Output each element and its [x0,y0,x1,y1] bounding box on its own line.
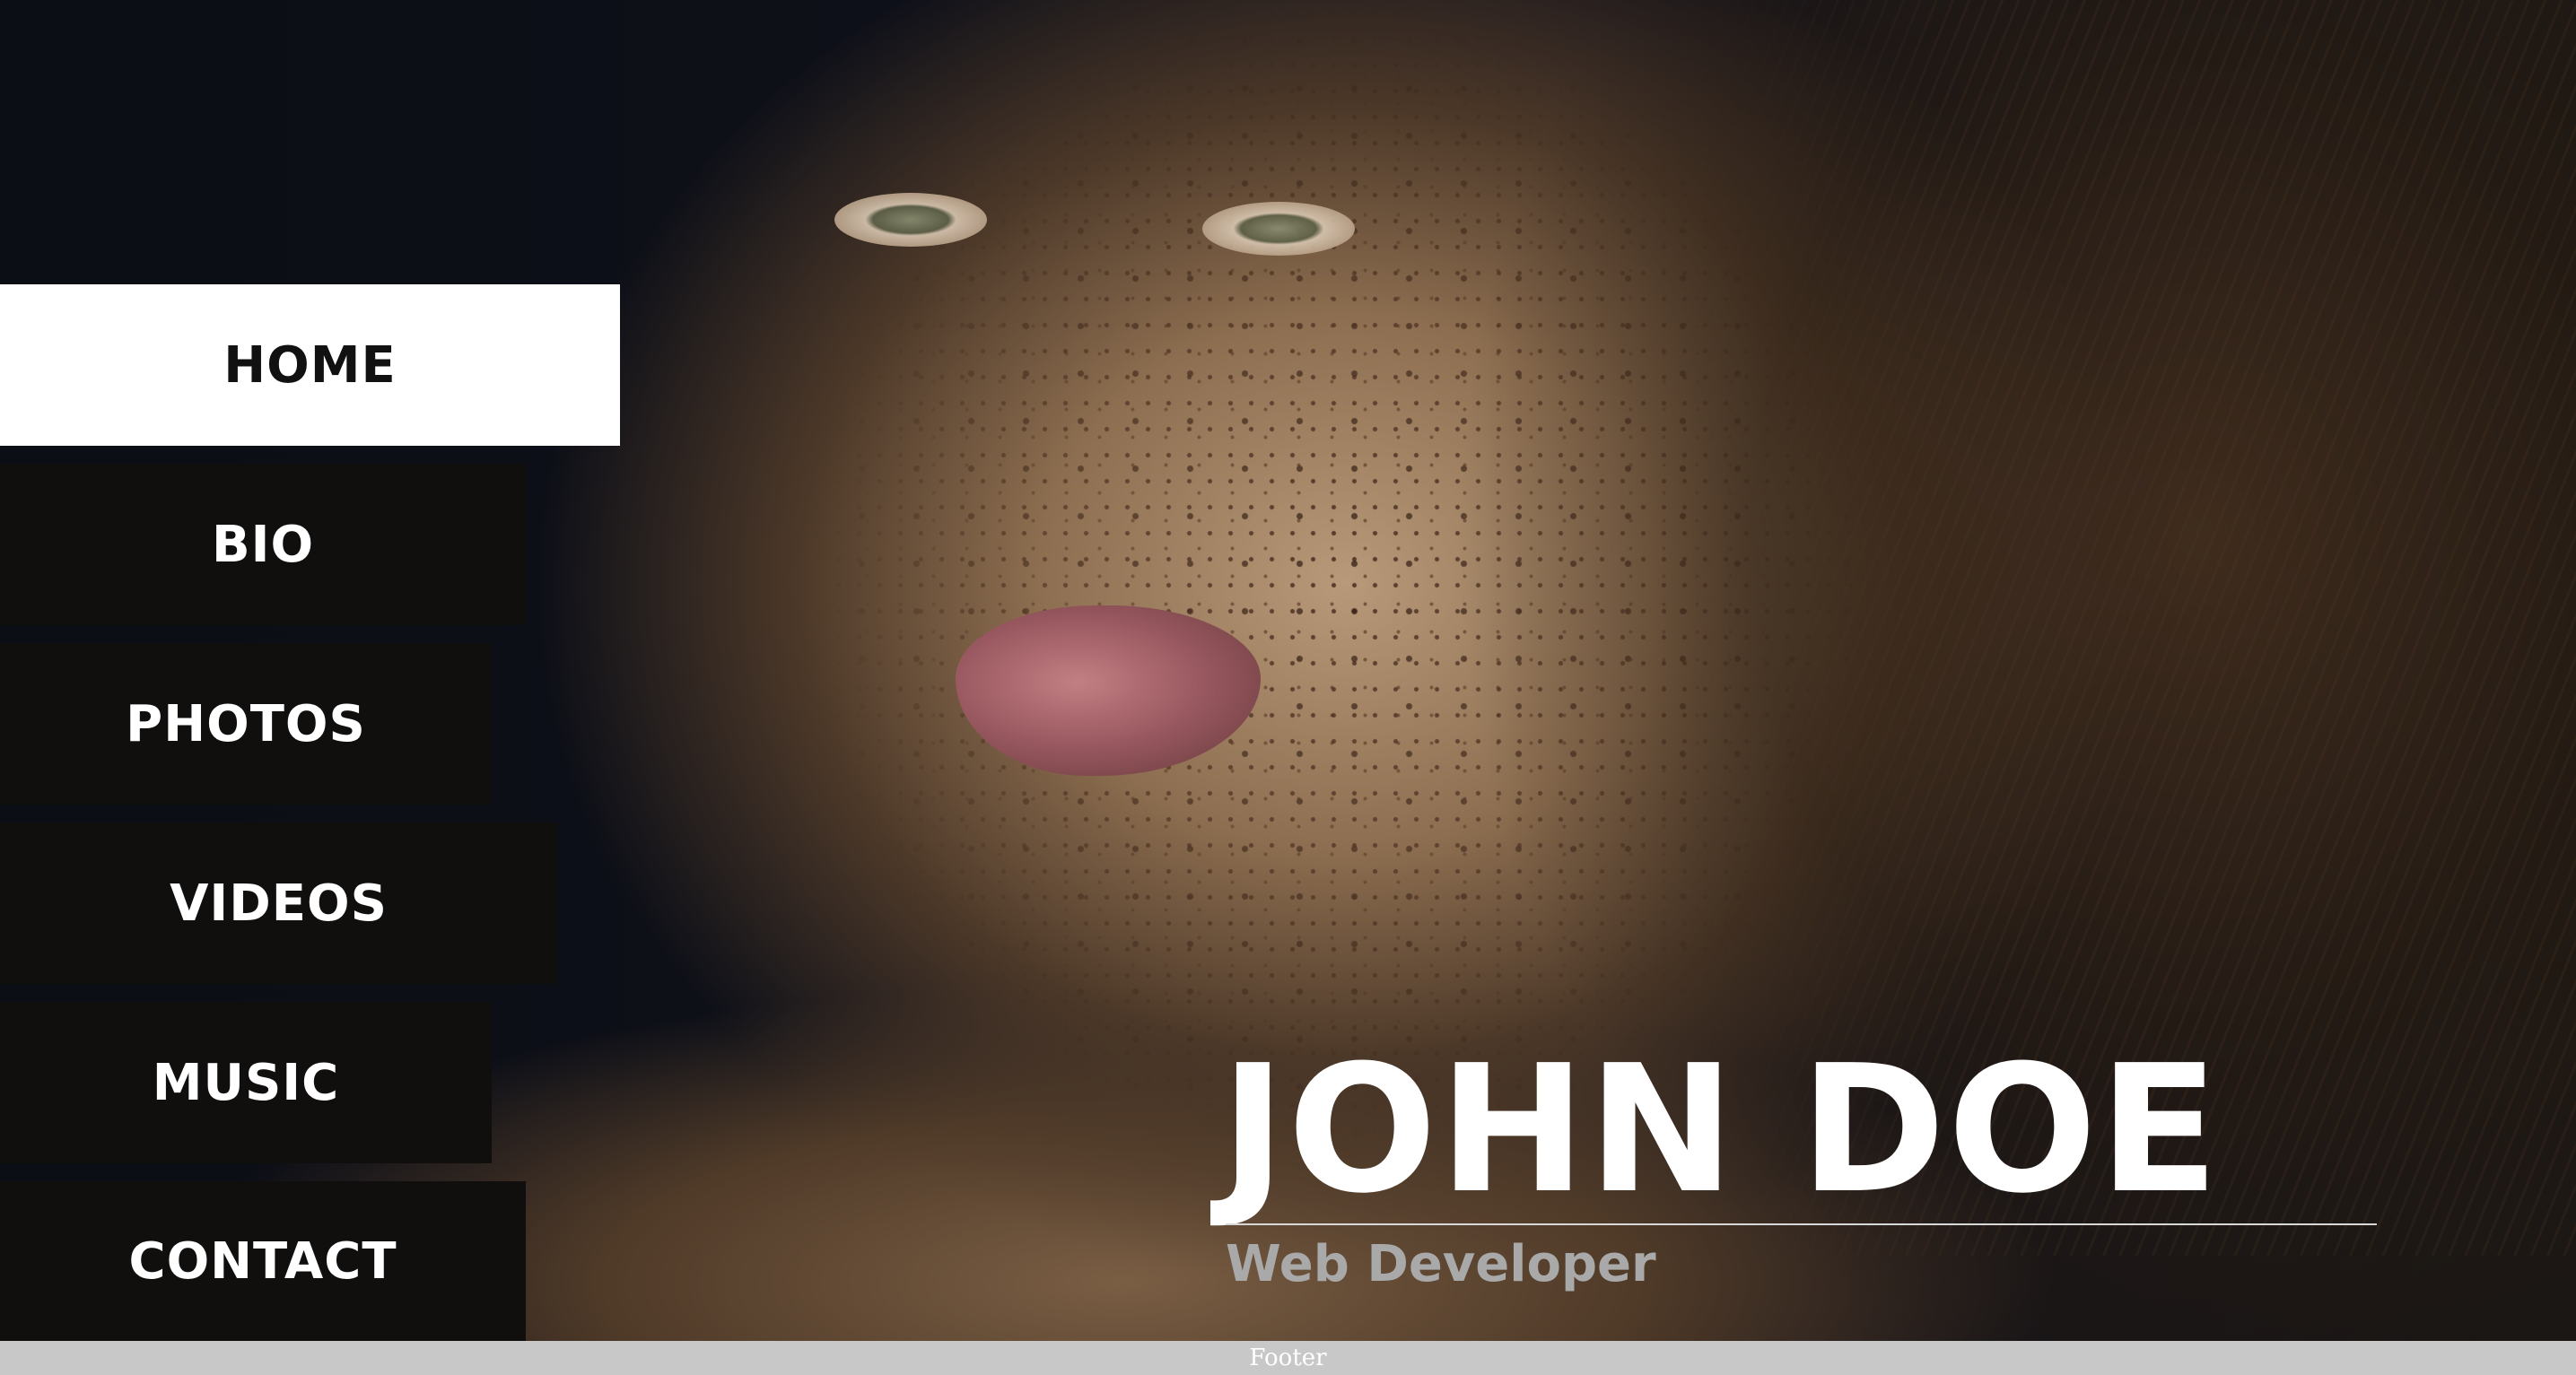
nav-item-music[interactable]: MUSIC [0,1002,492,1163]
nav-item-bio[interactable]: BIO [0,464,526,625]
nav-item-home[interactable]: HOME [0,284,620,446]
footer-text: Footer [1249,1345,1327,1371]
hero-eye-right [1202,202,1355,256]
hero-name-heading: JOHN DOE [1220,1028,2222,1232]
nav-item-photos[interactable]: PHOTOS [0,643,492,805]
nav-item-videos[interactable]: VIDEOS [0,822,557,984]
nav-item-contact[interactable]: CONTACT [0,1181,526,1341]
hero-role-subtitle: Web Developer [1226,1235,1656,1293]
hero-eye-left [834,193,987,247]
page-footer: Footer [0,1341,2576,1375]
title-divider [1226,1223,2377,1225]
